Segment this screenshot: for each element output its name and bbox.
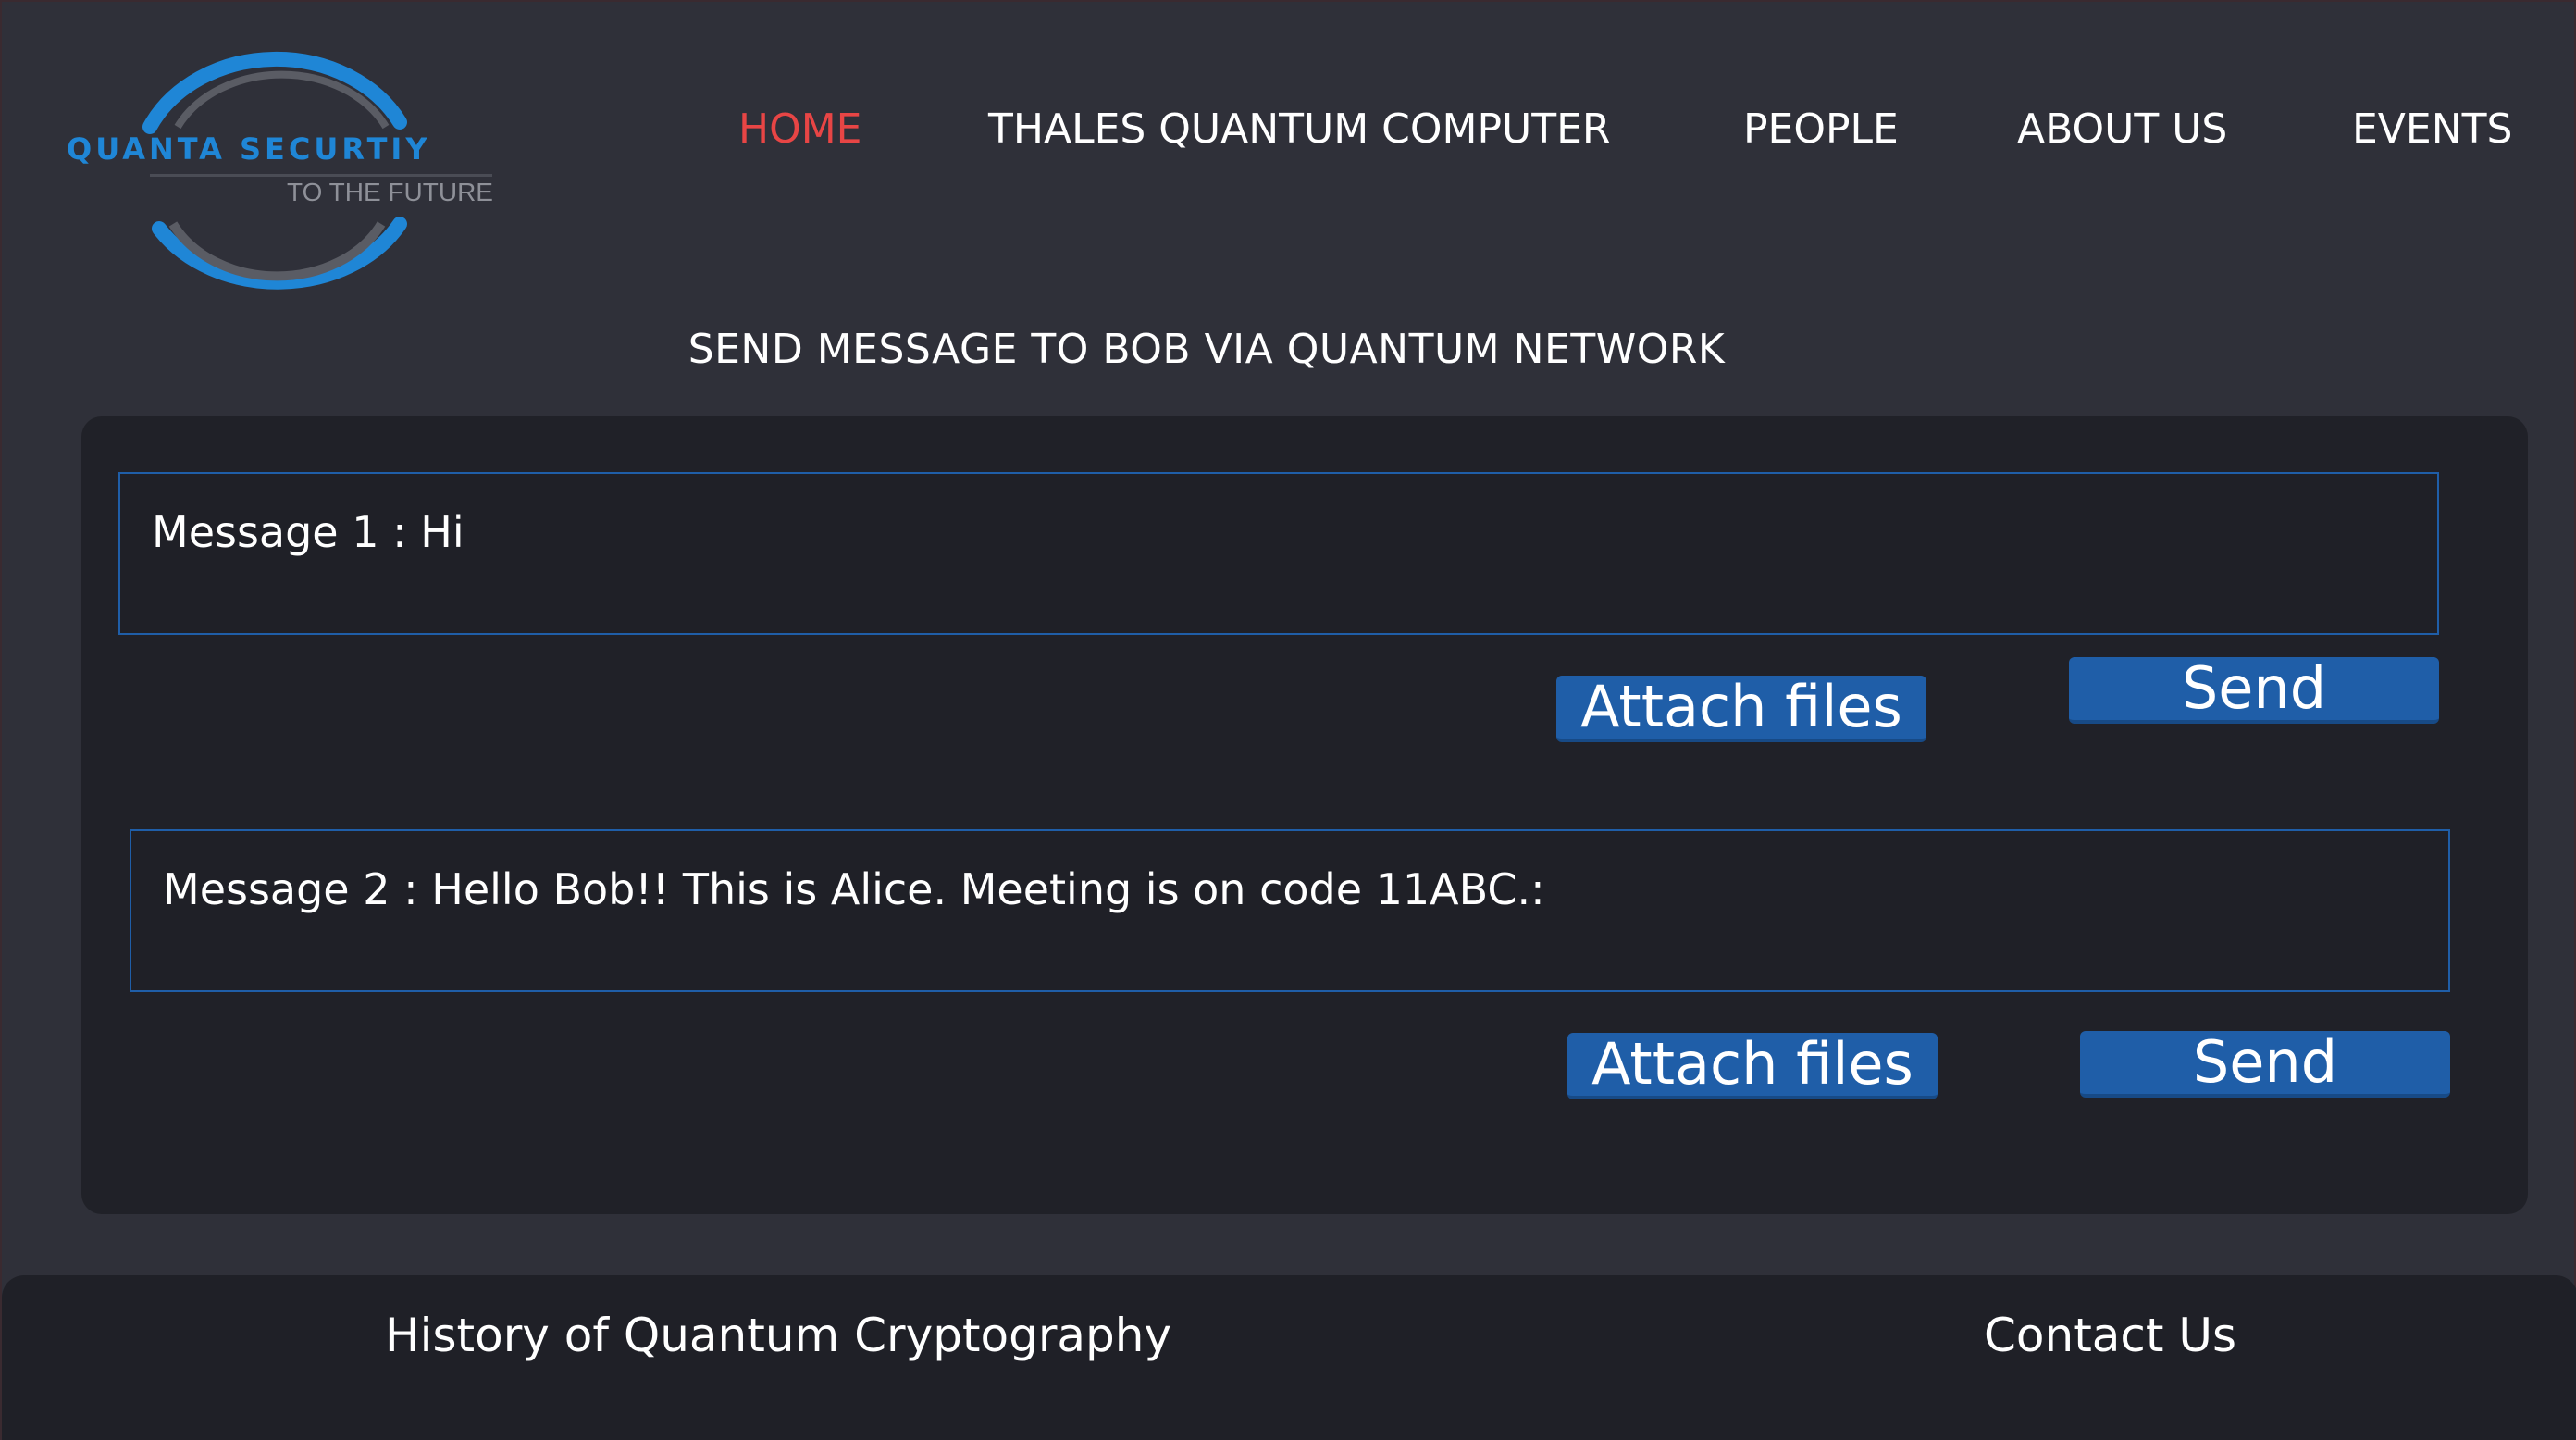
message-1-text: Message 1 : Hi xyxy=(152,507,464,557)
nav-item-thales-quantum-computer[interactable]: THALES QUANTUM COMPUTER xyxy=(988,106,1610,153)
main-nav: HOME THALES QUANTUM COMPUTER PEOPLE ABOU… xyxy=(2,106,2576,170)
footer-link-contact[interactable]: Contact Us xyxy=(1984,1309,2236,1362)
message-2-field[interactable]: Message 2 : Hello Bob!! This is Alice. M… xyxy=(130,829,2450,992)
logo-divider xyxy=(150,174,492,177)
nav-item-about-us[interactable]: ABOUT US xyxy=(2017,106,2227,153)
footer: History of Quantum Cryptography Contact … xyxy=(2,1275,2576,1440)
logo-tagline: TO THE FUTURE xyxy=(287,178,493,206)
nav-item-home[interactable]: HOME xyxy=(738,106,861,153)
nav-item-people[interactable]: PEOPLE xyxy=(1743,106,1899,153)
page: QUANTA SECURTIY TO THE FUTURE HOME THALE… xyxy=(0,0,2576,1440)
footer-link-history[interactable]: History of Quantum Cryptography xyxy=(385,1309,1171,1362)
message-2-text: Message 2 : Hello Bob!! This is Alice. M… xyxy=(163,864,1545,914)
send-button-1[interactable]: Send xyxy=(2069,657,2439,724)
page-title: SEND MESSAGE TO BOB VIA QUANTUM NETWORK xyxy=(687,326,1726,373)
send-button-2[interactable]: Send xyxy=(2080,1031,2450,1098)
nav-item-events[interactable]: EVENTS xyxy=(2352,106,2512,153)
message-panel: Message 1 : Hi Attach files Send Message… xyxy=(81,416,2528,1214)
logo-rings-icon xyxy=(142,51,407,290)
attach-files-button-2[interactable]: Attach files xyxy=(1567,1033,1938,1099)
message-1-field[interactable]: Message 1 : Hi xyxy=(118,472,2439,635)
brand-logo[interactable]: QUANTA SECURTIY TO THE FUTURE xyxy=(57,39,502,307)
attach-files-button-1[interactable]: Attach files xyxy=(1556,676,1926,742)
